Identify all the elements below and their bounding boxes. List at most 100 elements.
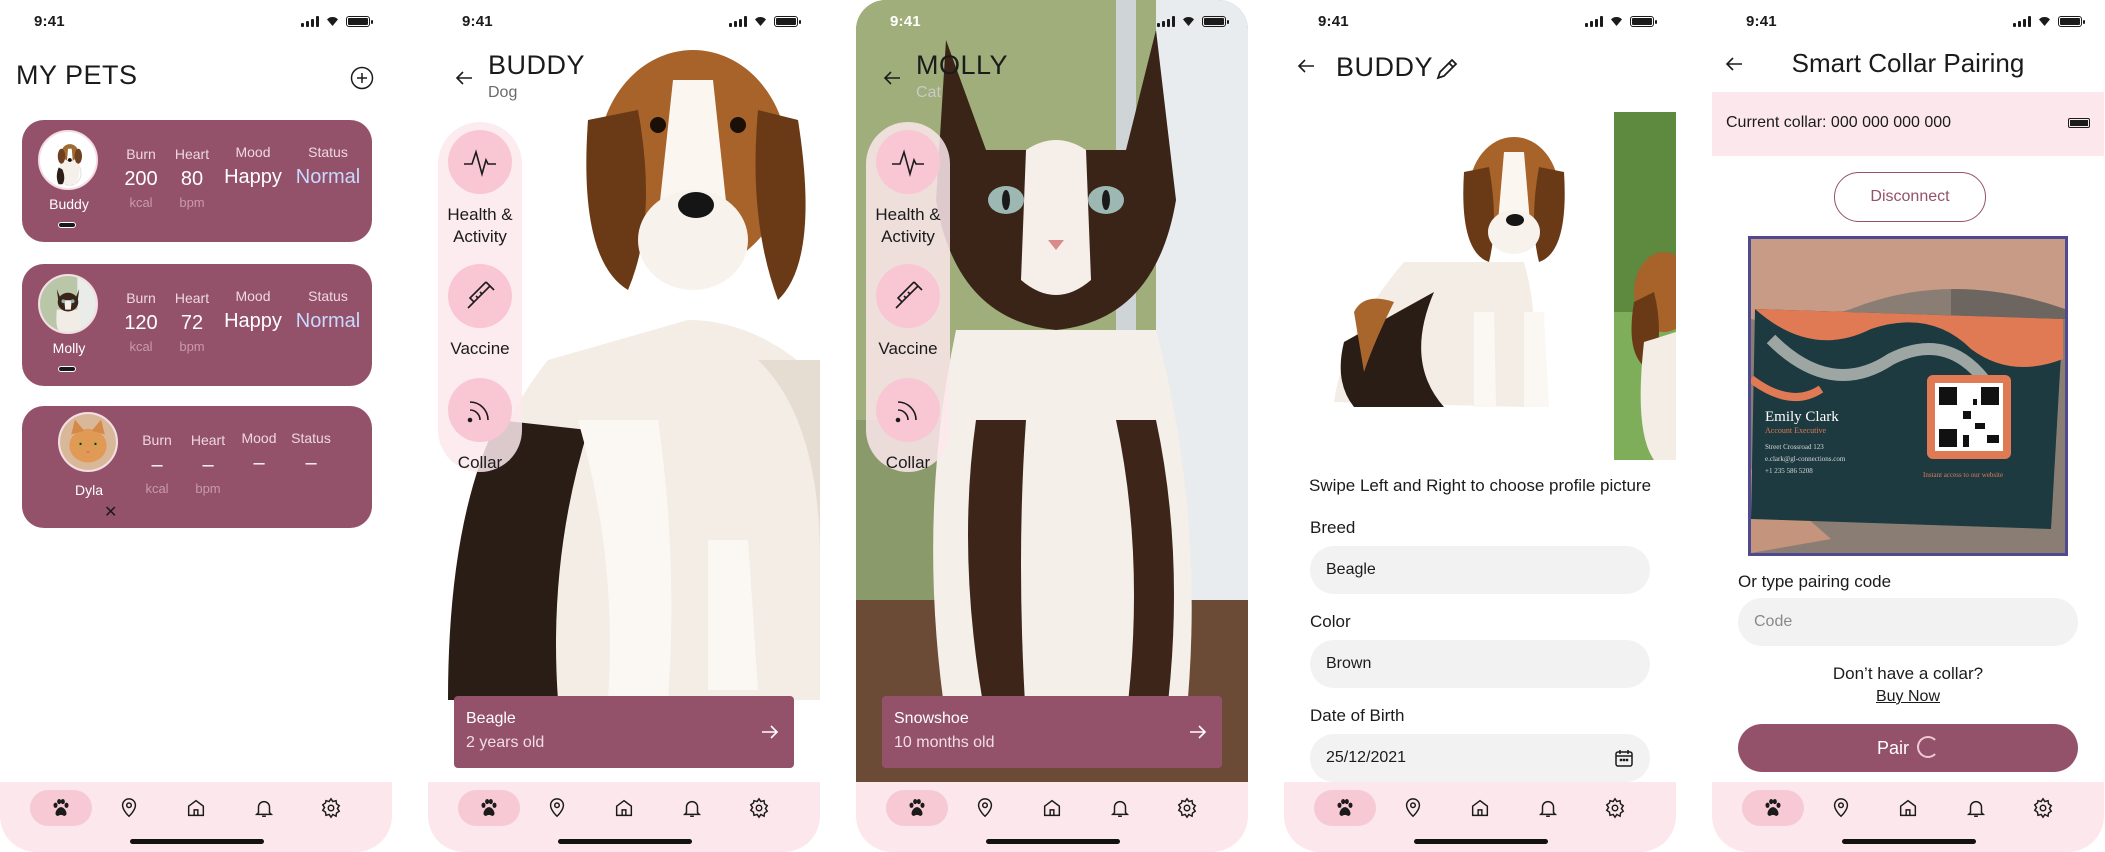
bell-icon (1966, 800, 1985, 817)
profile-photo-selected[interactable] (1324, 112, 1598, 424)
home-indicator (1414, 839, 1548, 844)
screen-pet-detail-buddy: 9:41 BUDDY Dog Health & Activity Vaccine … (428, 0, 820, 852)
dob-field[interactable]: 25/12/2021 (1310, 734, 1650, 782)
breed-info-card[interactable]: Beagle 2 years old (454, 696, 794, 768)
heart-value: – (202, 454, 214, 476)
menu-health-activity[interactable]: Health & Activity (438, 130, 522, 248)
nav-pets[interactable] (1742, 790, 1804, 826)
age-text: 10 months old (894, 734, 995, 751)
bottom-nav (428, 782, 820, 852)
nav-notifications[interactable] (1517, 790, 1579, 826)
signal-waves-icon (895, 401, 917, 423)
status-bar: 9:41 (856, 0, 1248, 40)
nav-pets[interactable] (458, 790, 520, 826)
mood-label: Mood (235, 144, 271, 160)
pet-name: Molly (52, 340, 86, 356)
nav-home[interactable] (593, 790, 655, 826)
menu-collar[interactable]: Collar (866, 378, 950, 474)
menu-label-line2: Activity (453, 227, 507, 246)
nav-home[interactable] (165, 790, 227, 826)
nav-home[interactable] (1021, 790, 1083, 826)
wifi-icon (2037, 16, 2052, 27)
kcal-unit: kcal (129, 339, 153, 354)
wifi-icon (1609, 16, 1624, 27)
pet-card-dyla[interactable]: Dyla ✕ Burn – kcal Heart – bpm Mood – St… (22, 406, 372, 528)
dob-label: Date of Birth (1310, 706, 1405, 725)
loading-spinner-icon (1917, 736, 1939, 759)
menu-vaccine[interactable]: Vaccine (866, 264, 950, 360)
status-bar: 9:41 (428, 0, 820, 40)
page-title: Smart Collar Pairing (1791, 48, 2025, 78)
back-arrow-icon[interactable] (882, 68, 902, 88)
orange-cat-avatar-image (60, 414, 116, 470)
breed-field[interactable]: Beagle (1310, 546, 1650, 594)
nav-notifications[interactable] (1089, 790, 1151, 826)
back-arrow-icon[interactable] (1296, 56, 1316, 76)
collar-battery-icon (2068, 118, 2090, 128)
nav-pets[interactable] (30, 790, 92, 826)
menu-health-activity[interactable]: Health & Activity (866, 130, 950, 248)
disconnect-button[interactable]: Disconnect (1834, 172, 1986, 222)
pairing-code-input[interactable]: Code (1738, 598, 2078, 646)
nav-settings[interactable] (300, 790, 362, 826)
bpm-unit: bpm (179, 339, 205, 354)
status-value: – (305, 452, 317, 474)
nav-location[interactable] (98, 790, 160, 826)
calendar-icon[interactable] (1614, 748, 1634, 768)
nav-location[interactable] (1810, 790, 1872, 826)
gear-icon (321, 797, 341, 819)
pencil-icon[interactable] (1434, 56, 1460, 82)
nav-settings[interactable] (1156, 790, 1218, 826)
card-phone-text: +1 235 586 5208 (1765, 467, 1813, 475)
nav-pets[interactable] (1314, 790, 1376, 826)
nav-notifications[interactable] (661, 790, 723, 826)
menu-vaccine[interactable]: Vaccine (438, 264, 522, 360)
nav-home[interactable] (1877, 790, 1939, 826)
pet-card-buddy[interactable]: Buddy Burn 200 kcal Heart 80 bpm Mood Ha… (22, 120, 372, 242)
home-indicator (130, 839, 264, 844)
add-pet-button[interactable] (350, 66, 374, 90)
location-pin-icon (549, 798, 564, 818)
pair-button[interactable]: Pair (1738, 724, 2078, 772)
qr-scanner-view[interactable]: Emily Clark Account Executive Street Cro… (1748, 236, 2068, 556)
home-icon (615, 799, 633, 817)
heart-value: 80 (180, 168, 204, 190)
mood-label: Mood (241, 430, 277, 446)
status-value: Normal (295, 310, 361, 332)
color-field[interactable]: Brown (1310, 640, 1650, 688)
bottom-nav (0, 782, 392, 852)
card-name-text: Emily Clark (1765, 409, 1839, 425)
bpm-unit: bpm (195, 481, 221, 496)
nav-notifications[interactable] (233, 790, 295, 826)
back-arrow-icon[interactable] (454, 68, 474, 88)
status-bar: 9:41 (1712, 0, 2104, 40)
nav-home[interactable] (1449, 790, 1511, 826)
bell-icon (1110, 800, 1129, 817)
nav-location[interactable] (1382, 790, 1444, 826)
battery-icon (2058, 16, 2085, 27)
paw-icon (53, 799, 69, 816)
signal-icon (2013, 16, 2031, 27)
pet-card-molly[interactable]: Molly Burn 120 kcal Heart 72 bpm Mood Ha… (22, 264, 372, 386)
pet-name: Dyla (74, 482, 103, 498)
pet-species: Cat (916, 84, 941, 101)
page-title: MY PETS (16, 60, 138, 90)
kcal-unit: kcal (129, 195, 153, 210)
nav-settings[interactable] (2012, 790, 2074, 826)
nav-settings[interactable] (1584, 790, 1646, 826)
cat-avatar-image (40, 276, 96, 332)
nav-location[interactable] (954, 790, 1016, 826)
nav-settings[interactable] (728, 790, 790, 826)
mood-value: Happy (224, 310, 282, 332)
no-collar-icon: ✕ (104, 504, 118, 521)
breed-info-card[interactable]: Snowshoe 10 months old (882, 696, 1222, 768)
home-indicator (558, 839, 692, 844)
profile-photo-next[interactable] (1614, 112, 1676, 460)
status-label: Status (291, 430, 331, 446)
menu-collar[interactable]: Collar (438, 378, 522, 474)
nav-location[interactable] (526, 790, 588, 826)
burn-label: Burn (142, 432, 172, 448)
buy-now-link[interactable]: Buy Now (1712, 688, 2104, 706)
nav-notifications[interactable] (1945, 790, 2007, 826)
nav-pets[interactable] (886, 790, 948, 826)
